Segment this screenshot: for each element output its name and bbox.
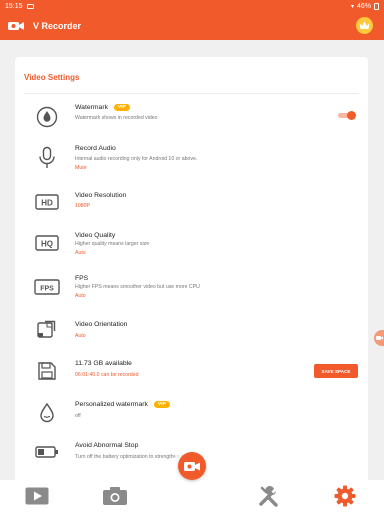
premium-crown-button[interactable] [356, 17, 373, 34]
gear-icon [334, 485, 356, 507]
record-audio-row[interactable]: Record Audio Internal audio recording on… [15, 143, 368, 183]
record-audio-value: Mute [75, 165, 87, 171]
section-title: Video Settings [24, 73, 80, 82]
personalized-watermark-value: off [75, 413, 81, 419]
video-orientation-title: Video Orientation [75, 321, 128, 328]
fps-row[interactable]: FPS FPS Higher FPS means smoother video … [15, 271, 368, 311]
video-quality-title: Video Quality [75, 232, 116, 239]
svg-text:HQ: HQ [41, 240, 53, 249]
rotate-screen-icon [34, 317, 60, 343]
hq-icon: HQ [34, 230, 60, 256]
storage-row: 11.73 GB available 06:01:40.0 can be rec… [15, 355, 368, 395]
droplet-icon [34, 104, 60, 130]
watermark-toggle[interactable] [338, 111, 356, 120]
droplet-icon [34, 400, 60, 426]
crown-icon [359, 21, 370, 29]
tools-tab[interactable] [254, 484, 284, 508]
video-quality-description: Higher quality means larger size [75, 241, 150, 247]
video-camera-icon [184, 461, 200, 471]
battery-icon [34, 439, 60, 465]
watermark-row[interactable]: Watermark VIP Watermark shows in recorde… [15, 101, 368, 141]
fps-description: Higher FPS means smoother video but use … [75, 284, 200, 290]
camera-logo-icon [8, 22, 24, 30]
sd-card-icon [34, 358, 60, 384]
video-settings-card: Video Settings Watermark VIP Watermark s… [15, 57, 368, 497]
video-orientation-row[interactable]: Video Orientation Auto [15, 315, 368, 355]
status-time: 15:15 [5, 2, 23, 10]
play-video-icon [25, 487, 49, 505]
app-bar: V Recorder [0, 12, 384, 40]
hd-icon: HD [34, 189, 60, 215]
avoid-abnormal-stop-title: Avoid Abnormal Stop [75, 442, 139, 449]
video-resolution-row[interactable]: HD Video Resolution 1080P [15, 189, 368, 229]
battery-level: 46% [356, 2, 371, 10]
video-quality-value: Auto [75, 250, 86, 256]
screenshots-tab[interactable] [100, 484, 130, 508]
wifi-icon: ▾ [350, 3, 354, 10]
app-title: V Recorder [33, 21, 82, 31]
storage-available: 11.73 GB available [75, 360, 132, 367]
video-orientation-value: Auto [75, 333, 86, 339]
video-resolution-title: Video Resolution [75, 192, 127, 199]
fps-value: Auto [75, 293, 86, 299]
fps-title: FPS [75, 275, 89, 282]
record-time-remaining: 06:01:40.0 can be recorded [75, 372, 139, 378]
camera-icon [375, 336, 383, 340]
video-quality-row[interactable]: HQ Video Quality Higher quality means la… [15, 229, 368, 269]
microphone-icon [34, 145, 60, 171]
personalized-watermark-title: Personalized watermark [75, 401, 148, 408]
vip-badge: VIP [113, 104, 130, 111]
camera-icon [103, 487, 127, 505]
vip-badge: VIP [153, 401, 170, 408]
personalized-watermark-row[interactable]: Personalized watermark VIP off [15, 397, 368, 437]
watermark-description: Watermark shows in recorded video [75, 115, 158, 121]
video-resolution-value: 1080P [75, 203, 91, 209]
cast-icon [26, 3, 34, 9]
toggle-knob [347, 111, 356, 120]
save-space-button[interactable]: SAVE SPACE [314, 364, 358, 378]
floating-recorder-handle[interactable] [374, 330, 384, 346]
svg-text:FPS: FPS [40, 285, 54, 292]
fps-icon: FPS [34, 274, 60, 300]
record-audio-title: Record Audio [75, 145, 116, 152]
divider [24, 93, 359, 94]
tools-icon [259, 486, 278, 507]
svg-text:HD: HD [41, 199, 53, 208]
status-bar: 15:15 ▾ 46% [0, 0, 384, 12]
record-audio-description: Internal audio recording only for Androi… [75, 156, 198, 162]
settings-tab[interactable] [330, 484, 360, 508]
videos-tab[interactable] [22, 484, 52, 508]
battery-icon [374, 2, 379, 10]
record-button[interactable] [178, 452, 206, 480]
watermark-title: Watermark [75, 104, 108, 111]
